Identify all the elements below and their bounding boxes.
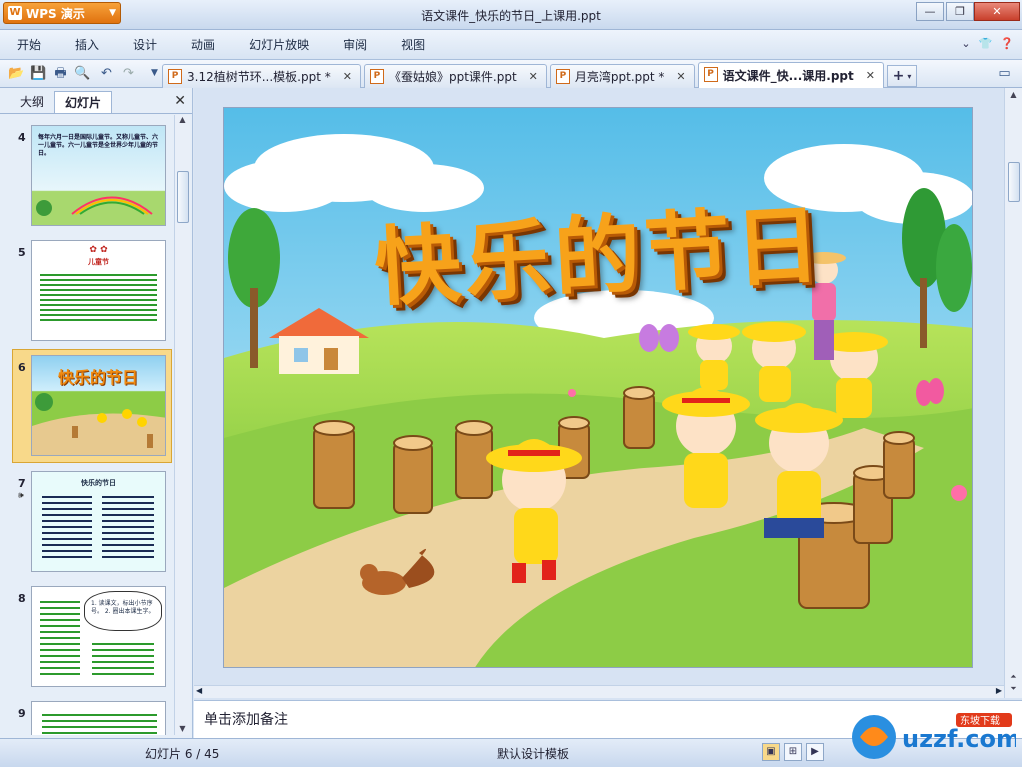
side-tabs: 大纲 幻灯片 ✕	[0, 88, 192, 114]
chevron-left-icon[interactable]: ◀	[196, 686, 202, 695]
slide-thumbnail[interactable]: 快乐的节日	[31, 355, 166, 456]
menu-design[interactable]: 设计	[116, 30, 174, 60]
thumbnail-body-lines	[42, 710, 157, 735]
thumbnail-body-lines	[40, 597, 80, 677]
tab-label: 《蚕姑娘》ppt课件.ppt	[388, 70, 517, 84]
tab-label: 月亮湾ppt.ppt *	[574, 70, 665, 84]
close-button[interactable]: ✕	[974, 2, 1020, 21]
menu-insert[interactable]: 插入	[58, 30, 116, 60]
ppt-file-icon: P	[369, 69, 384, 84]
ppt-file-icon: P	[168, 69, 182, 84]
slide-editor: 快乐的节日 ◀ ▶ ▲ ⏶ ⏷ 单击添加备注	[194, 88, 1022, 738]
slide-number: 9	[18, 707, 26, 720]
thumbnail-heading: ✿ ✿	[89, 245, 108, 255]
new-tab-button[interactable]: + ▾	[886, 65, 917, 87]
slide-thumbnail[interactable]: 1. 读课文，标出小节序号。 2. 圈出本课生字。	[31, 586, 166, 687]
chevron-down-icon[interactable]: ⌄	[961, 37, 970, 50]
help-icon[interactable]: ❓	[1000, 37, 1014, 50]
sorter-view-icon[interactable]: ⊞	[784, 743, 802, 761]
next-slide-icon[interactable]: ⏷	[1005, 684, 1022, 694]
chevron-right-icon[interactable]: ▶	[996, 686, 1002, 695]
undo-icon[interactable]: ↶	[98, 65, 115, 82]
ribbon-menu: 开始 插入 设计 动画 幻灯片放映 审阅 视图 ⌄ 👕 ❓	[0, 30, 1022, 60]
menu-review[interactable]: 审阅	[326, 30, 384, 60]
thumbnail-body-lines	[40, 271, 157, 321]
vertical-scrollbar[interactable]: ▲ ⏶ ⏷	[1004, 88, 1022, 698]
close-icon[interactable]: ✕	[343, 70, 352, 83]
print-icon[interactable]: 🖶	[52, 65, 69, 82]
slide-title[interactable]: 快乐的节日	[371, 174, 827, 322]
doc-tab-active[interactable]: P 语文课件_快...课用.ppt ✕	[697, 62, 884, 88]
close-icon[interactable]: ✕	[529, 70, 538, 83]
thumbnail-text: 快乐的节日	[81, 479, 116, 487]
slide-number: 8	[18, 592, 26, 605]
slide-number: 7	[18, 477, 26, 490]
window-title: 语文课件_快乐的节日_上课用.ppt	[421, 9, 601, 23]
tab-label: 3.12植树节环...模板.ppt *	[187, 70, 331, 84]
slide-canvas[interactable]: 快乐的节日	[223, 107, 973, 668]
menu-home[interactable]: 开始	[0, 30, 58, 60]
chevron-up-icon[interactable]: ▲	[175, 115, 190, 124]
doc-tab[interactable]: P 《蚕姑娘》ppt课件.ppt ✕	[363, 64, 547, 88]
title-bar: W WPS 演示 ▼ 语文课件_快乐的节日_上课用.ppt — ❐ ✕	[0, 0, 1022, 30]
slide-number: 4	[18, 131, 26, 144]
chevron-up-icon[interactable]: ▲	[1005, 90, 1022, 99]
menu-slideshow[interactable]: 幻灯片放映	[232, 30, 326, 60]
scrollbar-thumb[interactable]	[1008, 162, 1020, 202]
slide-number: 6	[18, 361, 26, 374]
close-icon[interactable]: ✕	[866, 69, 875, 82]
slide-thumbnail[interactable]	[31, 701, 166, 735]
slide-panel: 大纲 幻灯片 ✕ 4 每年六月一日是国际儿童节。又称儿童节、六一儿童节。六一儿童…	[0, 88, 193, 738]
design-template: 默认设计模板	[497, 747, 570, 761]
thumbnail-list: 4 每年六月一日是国际儿童节。又称儿童节、六一儿童节。六一儿童节是全世界少年儿童…	[0, 115, 174, 735]
close-icon[interactable]: ✕	[174, 93, 186, 109]
prev-slide-icon[interactable]: ⏶	[1005, 672, 1022, 682]
normal-view-icon[interactable]: ▣	[762, 743, 780, 761]
thumbnail-text: 1. 读课文，标出小节序号。 2. 圈出本课生字。	[84, 591, 162, 631]
thumbnail-body-lines	[102, 492, 154, 562]
window-layout-icon[interactable]: ▭	[996, 65, 1013, 82]
close-icon[interactable]: ✕	[676, 70, 685, 83]
tab-slides[interactable]: 幻灯片	[54, 91, 113, 113]
speaker-icon: 🕪	[18, 491, 24, 501]
slide-thumbnail[interactable]: 快乐的节日	[31, 471, 166, 572]
print-preview-icon[interactable]: 🔍	[74, 65, 91, 82]
slide-thumbnail[interactable]: ✿ ✿ 儿童节	[31, 240, 166, 341]
tab-label: 语文课件_快...课用.ppt	[722, 69, 854, 83]
quick-toolbar: 📂 💾 🖶 🔍 ↶ ↷ ▼ P 3.12植树节环...模板.ppt * ✕ P 《蚕姑…	[0, 60, 1022, 88]
uzzf-watermark-logo: uzzf.com 东坡下载	[852, 713, 1016, 759]
ppt-file-icon: P	[703, 67, 718, 82]
slide-position: 幻灯片 6 / 45	[145, 747, 220, 761]
redo-icon[interactable]: ↷	[120, 65, 137, 82]
watermark-sub: 东坡下载	[960, 714, 1000, 727]
slide-thumbnail[interactable]: 每年六月一日是国际儿童节。又称儿童节、六一儿童节。六一儿童节是全世界少年儿童的节…	[31, 125, 166, 226]
horizontal-scrollbar[interactable]: ◀ ▶	[194, 685, 1004, 698]
shirt-icon[interactable]: 👕	[979, 37, 993, 50]
rainbow-icon	[36, 196, 153, 216]
slide-number: 5	[18, 246, 26, 259]
menu-view[interactable]: 视图	[384, 30, 442, 60]
open-folder-icon[interactable]: 📂	[8, 65, 25, 82]
kids-scene-icon	[32, 393, 165, 455]
status-bar: 幻灯片 6 / 45 默认设计模板 ▣ ⊞ ▶ uzzf.com 东坡下载	[0, 713, 1022, 767]
scrollbar-thumb[interactable]	[177, 171, 189, 223]
tab-outline[interactable]: 大纲	[10, 91, 54, 113]
ppt-file-icon: P	[555, 69, 570, 84]
chevron-down-icon[interactable]: ▼	[175, 724, 190, 733]
thumbnail-body-lines	[92, 639, 154, 677]
minimize-button[interactable]: —	[916, 2, 944, 21]
slideshow-view-icon[interactable]: ▶	[806, 743, 824, 761]
thumbnail-body-lines	[42, 492, 92, 562]
thumbnail-text: 儿童节	[88, 258, 109, 266]
maximize-button[interactable]: ❐	[946, 2, 974, 21]
document-tabs: P 3.12植树节环...模板.ppt * ✕ P 《蚕姑娘》ppt课件.ppt ✕ P…	[162, 62, 917, 88]
notes-placeholder: 单击添加备注	[204, 712, 288, 728]
save-icon[interactable]: 💾	[30, 65, 47, 82]
watermark-brand: uzzf.com	[902, 725, 1016, 753]
sidebar-scrollbar[interactable]: ▲ ▼	[174, 115, 190, 735]
doc-tab[interactable]: P 月亮湾ppt.ppt * ✕	[549, 64, 695, 88]
menu-animation[interactable]: 动画	[174, 30, 232, 60]
doc-tab[interactable]: P 3.12植树节环...模板.ppt * ✕	[162, 64, 361, 88]
chevron-down-icon[interactable]: ▼	[146, 65, 163, 82]
